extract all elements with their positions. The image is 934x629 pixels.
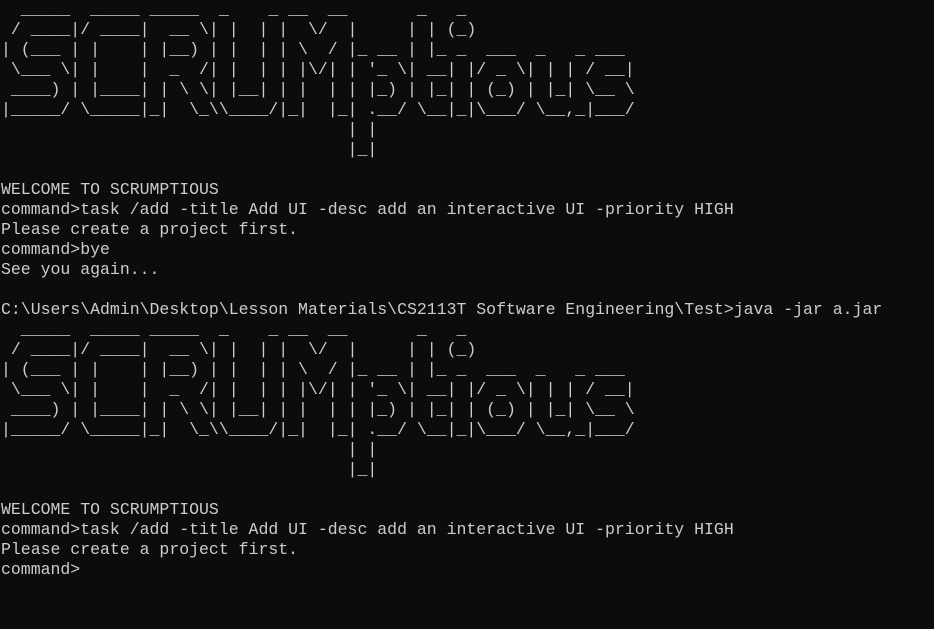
terminal-line: |_| xyxy=(1,460,378,479)
terminal-line: WELCOME TO SCRUMPTIOUS xyxy=(1,180,219,199)
terminal-line: |_____/ \_____|_| \_\\____/|_| |_| .__/ … xyxy=(1,100,635,119)
terminal-line: \___ \| | | _ /| | | | |\/| | '_ \| __| … xyxy=(1,380,635,399)
terminal-line: See you again... xyxy=(1,260,160,279)
terminal-line: _____ _____ _____ _ _ __ __ _ _ xyxy=(1,320,467,339)
terminal-line: command>task /add -title Add UI -desc ad… xyxy=(1,520,734,539)
terminal-output: _____ _____ _____ _ _ __ __ _ _ / ____|/… xyxy=(1,0,934,560)
terminal-line: WELCOME TO SCRUMPTIOUS xyxy=(1,500,219,519)
terminal-line: / ____|/ ____| __ \| | | | \/ | | | (_) xyxy=(1,340,477,359)
terminal-line: | (___ | | | |__) | | | | \ / |_ __ | |_… xyxy=(1,360,625,379)
command-prompt-line[interactable]: command> xyxy=(1,560,934,580)
command-prompt: command> xyxy=(1,560,81,579)
terminal-line: |_| xyxy=(1,140,378,159)
terminal-line: Please create a project first. xyxy=(1,540,299,559)
terminal-line: ____) | |____| | \ \| |__| | | | | |_) |… xyxy=(1,80,635,99)
terminal-line: command>task /add -title Add UI -desc ad… xyxy=(1,200,734,219)
terminal-line: \___ \| | | _ /| | | | |\/| | '_ \| __| … xyxy=(1,60,635,79)
terminal-line: | | xyxy=(1,120,378,139)
terminal-line: command>bye xyxy=(1,240,110,259)
terminal-line: | (___ | | | |__) | | | | \ / |_ __ | |_… xyxy=(1,40,625,59)
terminal-line: / ____|/ ____| __ \| | | | \/ | | | (_) xyxy=(1,20,477,39)
terminal-line: | | xyxy=(1,440,378,459)
terminal-line: |_____/ \_____|_| \_\\____/|_| |_| .__/ … xyxy=(1,420,635,439)
terminal-line: Please create a project first. xyxy=(1,220,299,239)
terminal-window[interactable]: _____ _____ _____ _ _ __ __ _ _ / ____|/… xyxy=(0,0,934,629)
terminal-line: ____) | |____| | \ \| |__| | | | | |_) |… xyxy=(1,400,635,419)
terminal-line: _____ _____ _____ _ _ __ __ _ _ xyxy=(1,0,467,19)
terminal-line: C:\Users\Admin\Desktop\Lesson Materials\… xyxy=(1,300,883,319)
